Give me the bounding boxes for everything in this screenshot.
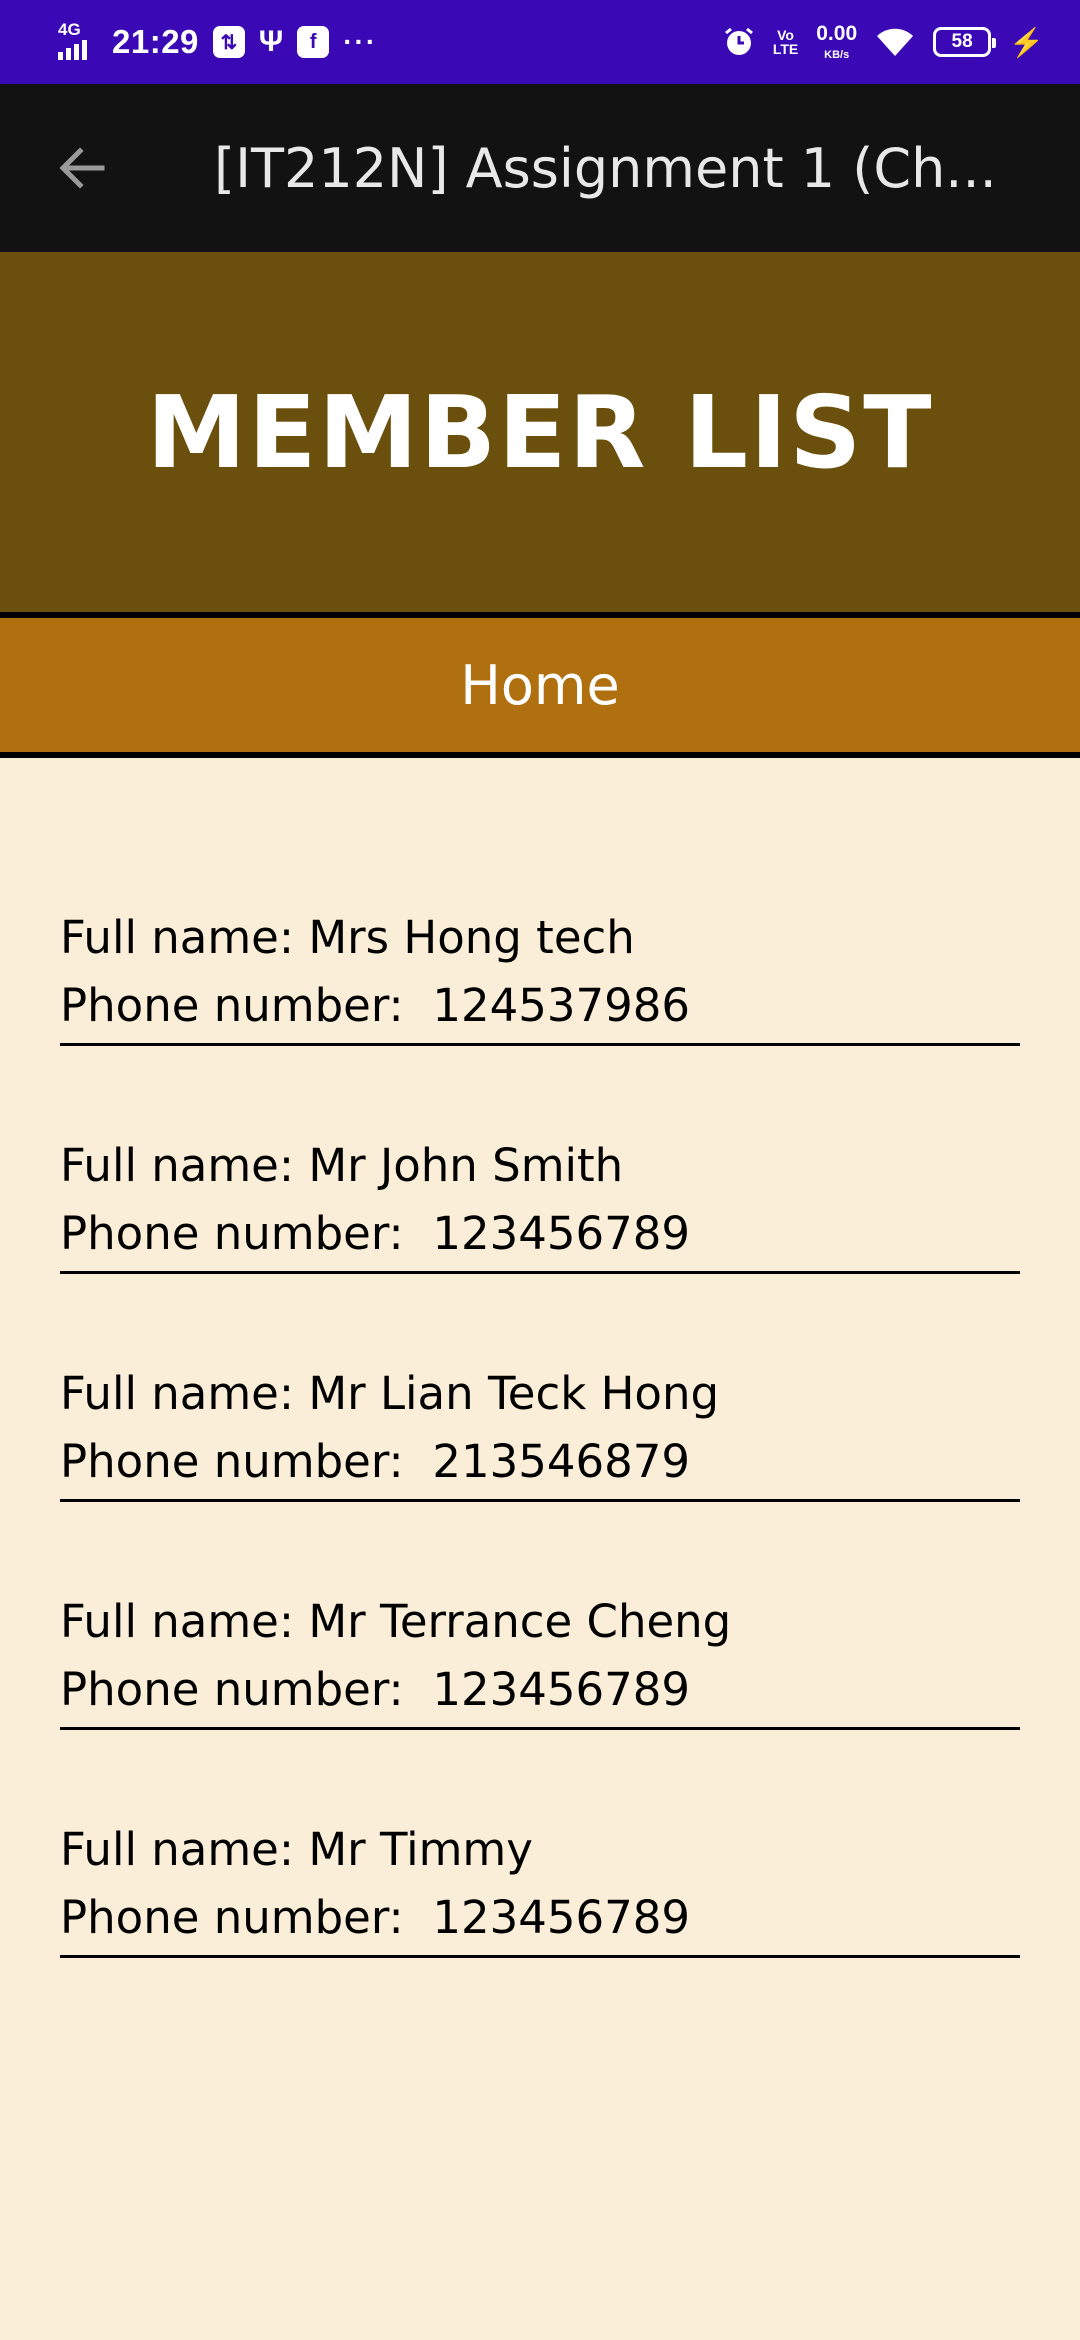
- member-name-row: Full name: Mr Terrance Cheng: [60, 1588, 1020, 1656]
- member-name-row: Full name: Mr Timmy: [60, 1816, 1020, 1884]
- member-name: Mrs Hong tech: [308, 911, 635, 964]
- member-name-row: Full name: Mrs Hong tech: [60, 904, 1020, 972]
- member-phone: 213546879: [432, 1435, 690, 1488]
- nav-bar: Home: [0, 618, 1080, 752]
- phone-number-label: Phone number:: [60, 1891, 433, 1944]
- signal-icon: 4G: [58, 20, 98, 62]
- member-list: Full name: Mrs Hong tech Phone number: 1…: [60, 858, 1020, 1958]
- member-phone: 123456789: [432, 1207, 690, 1260]
- list-item: Full name: Mr Lian Teck Hong Phone numbe…: [60, 1274, 1020, 1502]
- member-name: Mr Terrance Cheng: [308, 1595, 732, 1648]
- app-bar: [IT212N] Assignment 1 (Ch...: [0, 84, 1080, 252]
- list-item: Full name: Mrs Hong tech Phone number: 1…: [60, 858, 1020, 1046]
- network-type: 4G: [58, 20, 81, 39]
- member-name: Mr Lian Teck Hong: [308, 1367, 720, 1420]
- network-speed: 0.00 KB/s: [816, 23, 857, 61]
- battery-level: 58: [951, 31, 973, 52]
- full-name-label: Full name:: [60, 1367, 309, 1420]
- phone-number-label: Phone number:: [60, 1663, 433, 1716]
- phone-number-label: Phone number:: [60, 1207, 433, 1260]
- wifi-icon: [877, 28, 914, 56]
- status-left: 4G 21:29 ⇅ Ψ f ···: [58, 0, 377, 84]
- member-phone-row: Phone number: 124537986: [60, 972, 1020, 1040]
- header-banner: MEMBER LIST: [0, 252, 1080, 612]
- volte-icon: Vo LTE: [773, 28, 798, 56]
- speed-value: 0.00: [816, 22, 858, 45]
- volte-top: Vo: [777, 27, 794, 43]
- member-name-row: Full name: Mr Lian Teck Hong: [60, 1360, 1020, 1428]
- list-item: Full name: Mr Terrance Cheng Phone numbe…: [60, 1502, 1020, 1730]
- member-name: Mr Timmy: [308, 1823, 533, 1876]
- charging-icon: ⚡: [1009, 26, 1044, 58]
- status-time: 21:29: [112, 23, 199, 60]
- member-name: Mr John Smith: [308, 1139, 624, 1192]
- full-name-label: Full name:: [60, 1823, 309, 1876]
- member-phone-row: Phone number: 123456789: [60, 1884, 1020, 1952]
- data-saver-icon: ⇅: [212, 26, 245, 58]
- page-title: MEMBER LIST: [146, 373, 934, 491]
- status-right: Vo LTE 0.00 KB/s 58 ⚡: [723, 0, 1044, 84]
- usb-icon: Ψ: [258, 25, 284, 58]
- list-item: Full name: Mr Timmy Phone number: 123456…: [60, 1730, 1020, 1958]
- full-name-label: Full name:: [60, 1139, 309, 1192]
- full-name-label: Full name:: [60, 911, 309, 964]
- member-name-row: Full name: Mr John Smith: [60, 1132, 1020, 1200]
- member-phone: 123456789: [432, 1891, 690, 1944]
- facebook-icon: f: [297, 26, 330, 58]
- member-phone: 124537986: [432, 979, 690, 1032]
- back-button[interactable]: [50, 136, 114, 200]
- app-title: [IT212N] Assignment 1 (Ch...: [214, 136, 997, 200]
- member-phone-row: Phone number: 213546879: [60, 1428, 1020, 1496]
- phone-number-label: Phone number:: [60, 1435, 433, 1488]
- volte-bottom: LTE: [772, 41, 799, 57]
- phone-number-label: Phone number:: [60, 979, 433, 1032]
- list-item: Full name: Mr John Smith Phone number: 1…: [60, 1046, 1020, 1274]
- full-name-label: Full name:: [60, 1595, 309, 1648]
- battery-icon: 58: [933, 27, 997, 57]
- arrow-back-icon: [59, 147, 105, 189]
- speed-unit: KB/s: [824, 49, 850, 61]
- more-icon: ···: [343, 26, 378, 57]
- member-phone: 123456789: [432, 1663, 690, 1716]
- member-phone-row: Phone number: 123456789: [60, 1200, 1020, 1268]
- alarm-icon: [724, 27, 753, 55]
- member-phone-row: Phone number: 123456789: [60, 1656, 1020, 1724]
- divider: [0, 752, 1080, 758]
- home-link[interactable]: Home: [460, 654, 619, 717]
- status-bar: 4G 21:29 ⇅ Ψ f ··· Vo LTE 0.00 KB/s 58 ⚡: [0, 0, 1080, 84]
